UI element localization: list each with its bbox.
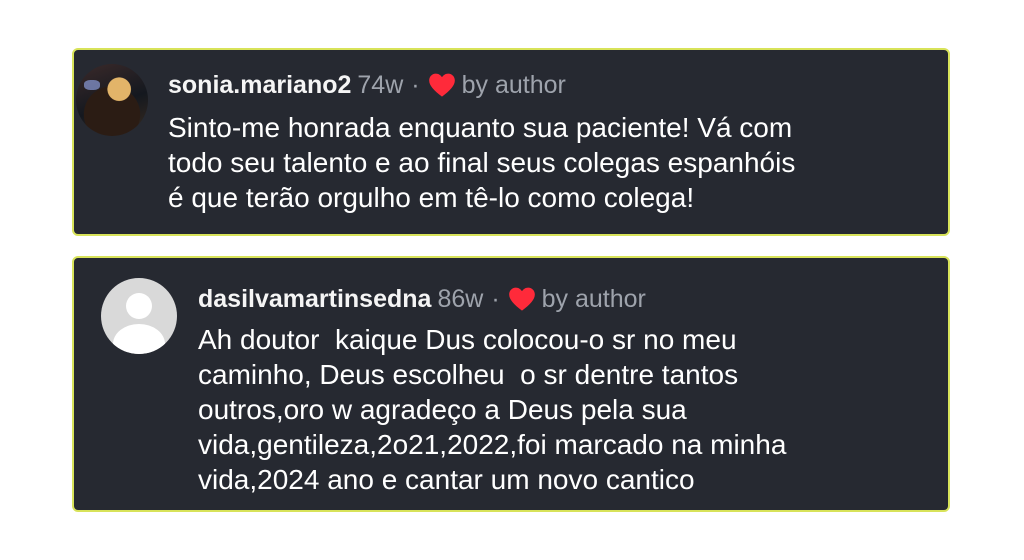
comment-card: dasilvamartinsedna 86w · by author Ah do… bbox=[72, 256, 950, 512]
comment-line: Ah doutor kaique Dus colocou-o sr no meu bbox=[198, 324, 737, 355]
avatar-photo-detail bbox=[84, 80, 100, 90]
heart-shape bbox=[508, 287, 535, 311]
liked-by-author-label: by author bbox=[541, 285, 646, 313]
default-avatar-body bbox=[113, 324, 165, 354]
comment-line: outros,oro w agradeço a Deus pela sua bbox=[198, 394, 687, 425]
comment-meta: sonia.mariano2 74w · by author bbox=[168, 70, 566, 100]
comment-line: todo seu talento e ao final seus colegas… bbox=[168, 147, 796, 178]
comment-text: Sinto-me honrada enquanto sua paciente! … bbox=[168, 110, 943, 215]
comment-meta: dasilvamartinsedna 86w · by author bbox=[198, 284, 646, 314]
avatar[interactable] bbox=[101, 278, 177, 354]
comment-line: vida,2024 ano e cantar um novo cantico bbox=[198, 464, 695, 495]
comment-line: vida,gentileza,2o21,2022,foi marcado na … bbox=[198, 429, 787, 460]
comment-card: sonia.mariano2 74w · by author Sinto-me … bbox=[72, 48, 950, 236]
default-avatar-head bbox=[126, 293, 152, 319]
heart-shape bbox=[428, 73, 455, 97]
comment-line: é que terão orgulho em tê-lo como colega… bbox=[168, 182, 695, 213]
separator-dot: · bbox=[491, 285, 500, 313]
username-link[interactable]: dasilvamartinsedna bbox=[198, 284, 431, 314]
liked-by-author-label: by author bbox=[461, 71, 566, 99]
heart-icon bbox=[428, 73, 455, 97]
heart-icon bbox=[508, 287, 535, 311]
comment-age: 86w bbox=[437, 285, 484, 313]
comment-age: 74w bbox=[357, 71, 404, 99]
username-link[interactable]: sonia.mariano2 bbox=[168, 70, 351, 100]
avatar[interactable] bbox=[76, 64, 148, 136]
comment-text: Ah doutor kaique Dus colocou-o sr no meu… bbox=[198, 322, 943, 497]
separator-dot: · bbox=[411, 71, 420, 99]
comment-line: Sinto-me honrada enquanto sua paciente! … bbox=[168, 112, 793, 143]
comment-line: caminho, Deus escolheu o sr dentre tanto… bbox=[198, 359, 739, 390]
